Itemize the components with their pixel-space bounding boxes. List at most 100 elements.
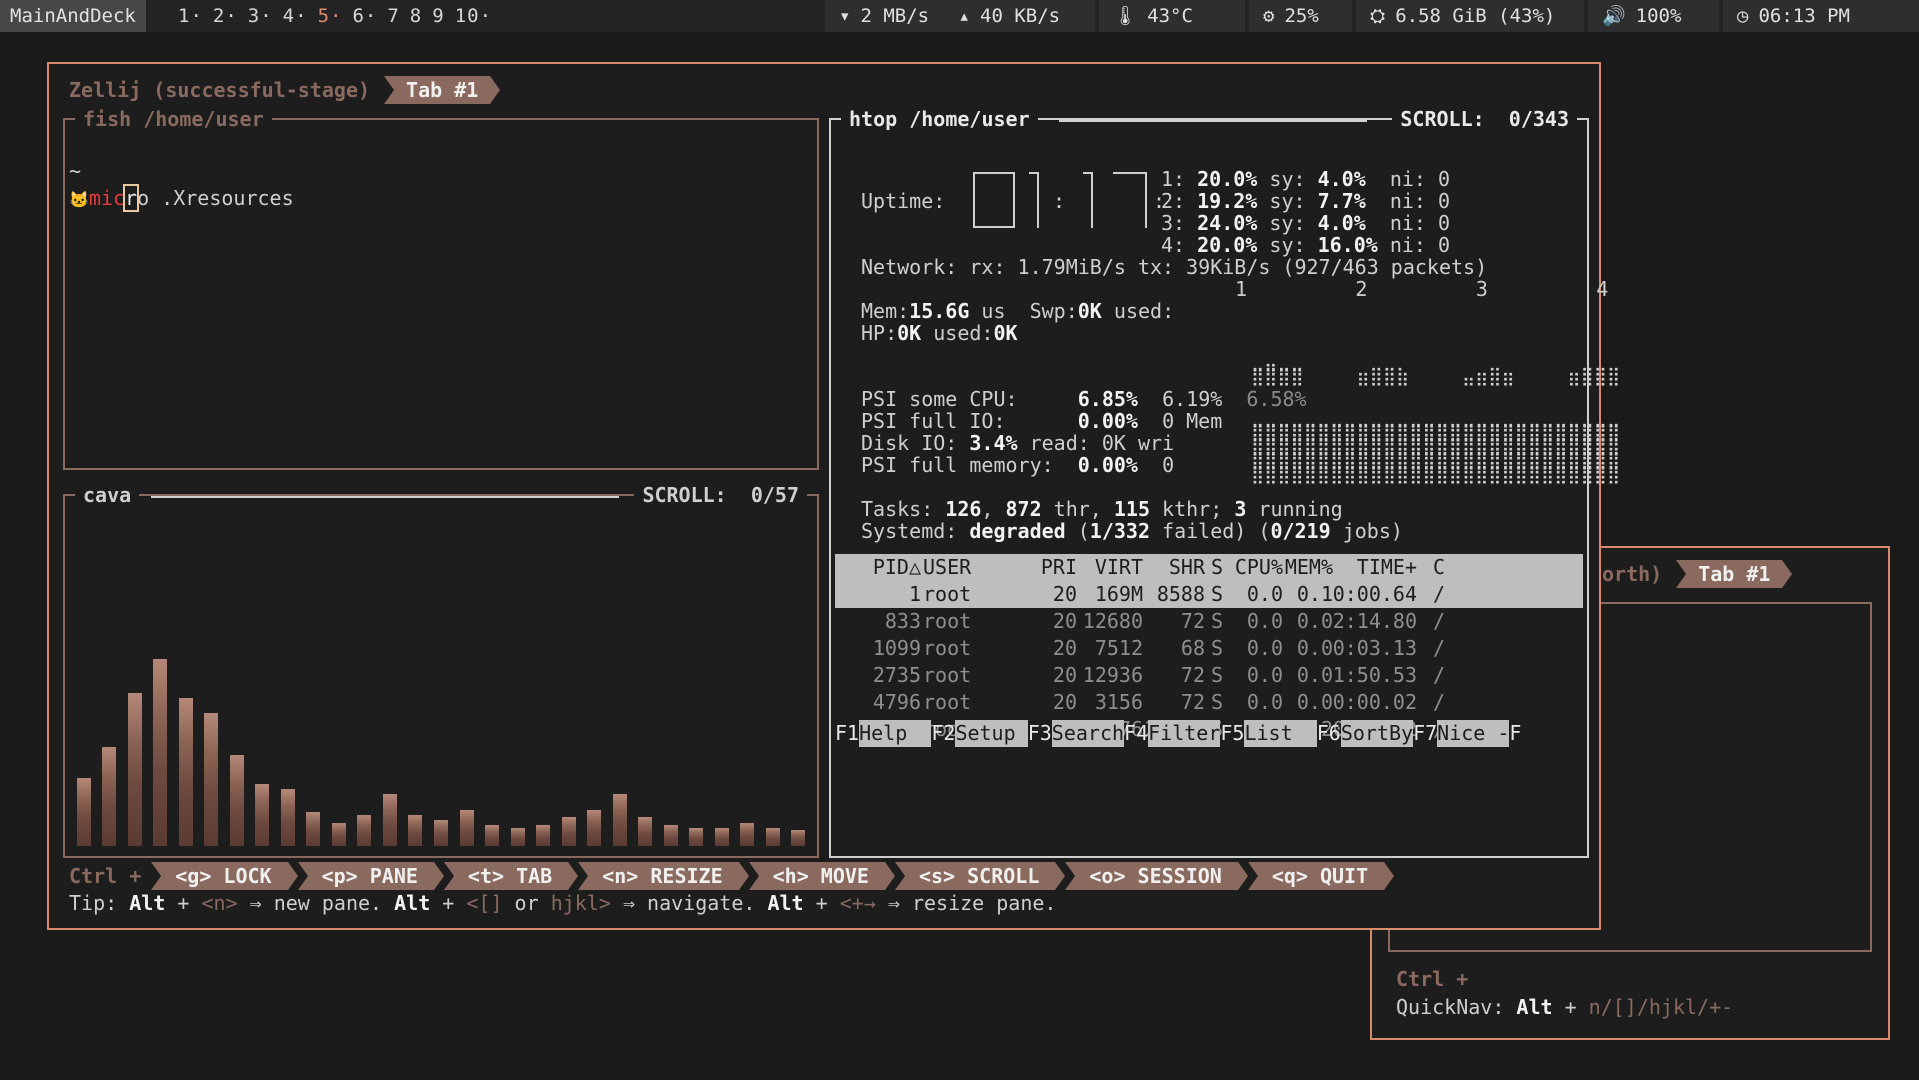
visualizer-bar — [536, 825, 550, 846]
workspace-1[interactable]: 1· — [178, 5, 203, 27]
cpu-usage: 25% — [1284, 5, 1319, 27]
cell-time: 0:00.64 — [1332, 582, 1417, 606]
fkey-label[interactable]: Search — [1051, 720, 1125, 747]
table-row[interactable]: 1 root 20 169M 8588 S 0.0 0.1 0:00.64 / — [835, 581, 1583, 608]
workspace-7[interactable]: 7 — [387, 5, 399, 27]
keybinding-bar: Ctrl + <g> LOCK <p> PANE <t> TAB <n> RESIZE <… — [69, 862, 1395, 890]
tip-line: Tip: Alt + <n> ⇒ new pane. Alt + <[] or … — [69, 891, 1057, 915]
hugepages-meter: HP:0K used:0K — [861, 321, 1018, 345]
cell-virt: 12680 — [1082, 609, 1143, 633]
fkey-label[interactable]: List — [1244, 720, 1317, 747]
cell-s: S — [1211, 636, 1224, 660]
cell-user: root — [923, 609, 972, 633]
temperature-widget[interactable]: 🌡 43°C — [1099, 0, 1245, 32]
clock-widget[interactable]: ◷ 06:13 PM — [1723, 0, 1919, 32]
workspace-9[interactable]: 9 — [432, 5, 444, 27]
cpu-widget[interactable]: ⚙ 25% — [1249, 0, 1352, 32]
visualizer-bar — [562, 817, 576, 846]
cell-cmd: C — [1433, 555, 1446, 579]
table-row[interactable]: 833 root 20 12680 72 S 0.0 0.0 2:14.80/ — [835, 608, 1583, 635]
tab-1[interactable]: Tab #1 — [384, 76, 501, 104]
visualizer-bar — [740, 823, 754, 846]
htop-pane[interactable]: htop /home/user SCROLL: 0/343 Uptime: : … — [829, 106, 1778, 858]
workspace-8[interactable]: 8 — [410, 5, 422, 27]
fkey-4[interactable]: F5 — [1220, 721, 1244, 745]
workspace-5[interactable]: 5· — [318, 5, 343, 27]
table-header[interactable]: PID△ USER PRI VIRT SHR S CPU% MEM% TIME+ C — [835, 554, 1583, 581]
keybinding-h-move[interactable]: <h> MOVE — [748, 862, 896, 890]
keybinding-n-resize[interactable]: <n> RESIZE — [578, 862, 750, 890]
fkey-label[interactable]: Filter — [1148, 720, 1221, 747]
fkey-0[interactable]: F1 — [835, 721, 859, 745]
table-row[interactable]: 1099 root 20 7512 68 S 0.0 0.0 0:03.13/ — [835, 635, 1583, 662]
cava-pane[interactable]: cava SCROLL: 0/57 — [63, 482, 819, 858]
cell-time: 0:03.13 — [1332, 636, 1417, 660]
fkey-1[interactable]: F2 — [931, 721, 955, 745]
visualizer-bar — [383, 794, 397, 846]
main-terminal-window[interactable]: Zellij (successful-stage) Tab #1 fish /ho… — [47, 62, 1778, 930]
uptime-label: Uptime: — [861, 189, 946, 213]
cell-user: root — [923, 636, 972, 660]
keybinding-g-lock[interactable]: <g> LOCK — [151, 862, 298, 890]
keybinding-t-tab[interactable]: <t> TAB — [443, 862, 579, 890]
temperature-value: 43°C — [1147, 5, 1193, 27]
fkey-2[interactable]: F3 — [1028, 721, 1052, 745]
cell-user: root — [923, 690, 972, 714]
memory-widget[interactable]: ⛭ 6.58 GiB (43%) — [1356, 0, 1584, 32]
cell-virt: VIRT — [1094, 555, 1143, 579]
tab-1[interactable]: Tab #1 — [1676, 560, 1793, 588]
table-row[interactable]: 4796 root 20 3156 72 S 0.0 0.0 0:00.02/ — [835, 689, 1583, 716]
cell-virt: 3156 — [1094, 690, 1143, 714]
fkey-label[interactable]: SortBy — [1340, 720, 1414, 747]
keybinding-q-quit[interactable]: <q> QUIT — [1247, 862, 1395, 890]
volume-level: 100% — [1635, 5, 1682, 27]
cell-time: 1:50.53 — [1332, 663, 1417, 687]
visualizer-bar — [102, 747, 116, 846]
keybinding-o-session[interactable]: <o> SESSION — [1065, 862, 1249, 890]
cell-virt: 7512 — [1094, 636, 1143, 660]
fkey-6[interactable]: F7 — [1413, 721, 1437, 745]
speaker-icon: 🔊 — [1602, 5, 1626, 27]
workspace-4[interactable]: 4· — [283, 5, 308, 27]
workspace-6[interactable]: 6· — [352, 5, 377, 27]
visualizer-bar — [306, 812, 320, 846]
cell-pri: 20 — [1052, 690, 1077, 714]
workspace-10[interactable]: 10· — [455, 5, 492, 27]
network-monitor[interactable]: ▾ 2 MB/s ▴ 40 KB/s — [825, 0, 1095, 32]
visualizer-bar — [664, 825, 678, 846]
fkey-5[interactable]: F6 — [1317, 721, 1341, 745]
command-line[interactable]: 🐱micro .Xresources — [69, 184, 294, 213]
fkey-3[interactable]: F4 — [1124, 721, 1148, 745]
cell-s: S — [1211, 582, 1224, 606]
volume-widget[interactable]: 🔊 100% — [1588, 0, 1719, 32]
prompt-directory: ~ — [69, 159, 82, 183]
cell-mem: 0.0 — [1296, 690, 1333, 714]
visualizer-bar — [281, 789, 295, 846]
thermometer-icon: 🌡 — [1113, 5, 1138, 27]
visualizer-bar — [715, 828, 729, 846]
fkey-label[interactable]: Help — [859, 720, 932, 747]
fkey-label[interactable]: Setup — [955, 720, 1028, 747]
workspace-2[interactable]: 2· — [213, 5, 238, 27]
cell-shr: SHR — [1168, 555, 1205, 579]
shell-output[interactable]: ~ 🐱micro .Xresources — [69, 158, 294, 213]
cell-s: S — [1211, 555, 1224, 579]
fish-pane[interactable]: fish /home/user ~ 🐱micro .Xresources — [63, 106, 819, 470]
fkey-label[interactable]: Nice - — [1437, 720, 1510, 747]
process-table[interactable]: PID△ USER PRI VIRT SHR S CPU% MEM% TIME+ C 1 root 20… — [835, 554, 1583, 743]
workspace-3[interactable]: 3· — [248, 5, 273, 27]
table-row[interactable]: 2735 root 20 12936 72 S 0.0 0.0 1:50.53/ — [835, 662, 1583, 689]
visualizer-bar — [587, 810, 601, 846]
cell-mem: 0.0 — [1296, 609, 1333, 633]
cell-mem: 0.0 — [1296, 636, 1333, 660]
pane-title: htop /home/user — [841, 106, 1038, 132]
keybinding-s-scroll[interactable]: <s> SCROLL — [894, 862, 1066, 890]
cell-virt: 169M — [1094, 582, 1143, 606]
cell-cmd: / — [1433, 636, 1446, 660]
keybinding-p-pane[interactable]: <p> PANE — [297, 862, 445, 890]
cell-cpu: 0.0 — [1246, 636, 1283, 660]
cell-mem: 0.0 — [1296, 663, 1333, 687]
cell-pri: 20 — [1052, 636, 1077, 660]
fkey-7[interactable]: F — [1509, 721, 1521, 745]
audio-visualizer — [71, 586, 811, 846]
